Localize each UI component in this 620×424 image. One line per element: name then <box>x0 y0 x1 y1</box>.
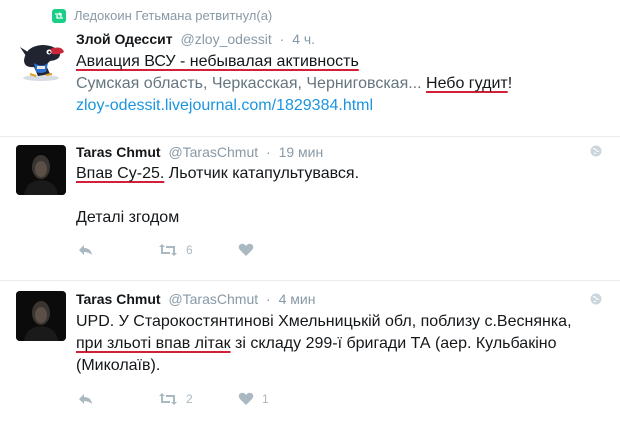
heart-icon <box>238 243 254 256</box>
retweeted-by-label[interactable]: Ледокоин Гетьмана ретвитнул(а) <box>74 8 272 23</box>
retweet-button[interactable]: 2 <box>158 392 238 406</box>
separator-dot: · <box>266 291 271 307</box>
separator-dot: · <box>279 31 285 47</box>
retweet-icon <box>52 9 66 23</box>
author-handle[interactable]: @zloy_odessit <box>180 31 271 47</box>
text-segment: зі складу 299-ї бригади ТА (аер. Кульбак… <box>230 335 557 352</box>
tweet-header: Taras Chmut @TarasChmut · 19 мин <box>76 144 323 160</box>
retweet-button[interactable]: 6 <box>158 243 238 257</box>
tweet-text: Впав Су-25. Льотчик катапультувався. Дет… <box>76 163 359 229</box>
text-segment: ! <box>507 75 513 92</box>
tweet[interactable]: Taras Chmut @TarasChmut · 4 мин UPD. У С… <box>0 281 620 424</box>
retweet-icon <box>159 393 177 405</box>
heart-icon <box>238 392 254 405</box>
highlighted-text: Небо гудит <box>426 75 508 92</box>
highlighted-text: Впав Су-25. <box>76 165 165 182</box>
reply-icon <box>79 394 92 404</box>
reply-button[interactable] <box>78 243 158 257</box>
timestamp[interactable]: 19 мин <box>279 144 324 160</box>
tweet[interactable]: Taras Chmut @TarasChmut · 19 мин Впав Су… <box>0 137 620 281</box>
author-name[interactable]: Taras Chmut <box>76 144 161 160</box>
reply-icon <box>79 245 92 255</box>
text-segment: Сумская область, Черкасская, Черниговска… <box>76 75 427 92</box>
separator-dot: · <box>266 144 271 160</box>
tweet-text: Авиация ВСУ - небывалая активность Сумск… <box>76 51 512 117</box>
tweet-header: Злой Одессит @zloy_odessit · 4 ч. <box>76 31 315 47</box>
retweet-count: 2 <box>186 392 193 406</box>
tweet-header: Taras Chmut @TarasChmut · 4 мин <box>76 291 315 307</box>
text-line: Впав Су-25. Льотчик катапультувався. <box>76 163 359 185</box>
author-name[interactable]: Злой Одессит <box>76 31 173 47</box>
highlighted-text: Авиация ВСУ - небывалая активность <box>76 53 359 70</box>
avatar[interactable] <box>16 145 66 195</box>
tweet-actions: 2 1 <box>78 389 298 409</box>
tweet-actions: 6 <box>78 240 298 260</box>
highlighted-text: при зльоті впав літак <box>76 335 231 352</box>
author-handle[interactable]: @TarasChmut <box>168 291 258 307</box>
text-segment: Деталі згодом <box>76 209 180 226</box>
tweet[interactable]: Ледокоин Гетьмана ретвитнул(а) Злой Одес… <box>0 0 620 137</box>
author-handle[interactable]: @TarasChmut <box>168 144 258 160</box>
text-line: при зльоті впав літак зі складу 299-ї бр… <box>76 333 572 355</box>
text-line: Сумская область, Черкасская, Черниговска… <box>76 73 512 95</box>
text-segment: (Миколаїв). <box>76 357 161 374</box>
timestamp[interactable]: 4 ч. <box>292 31 315 47</box>
reply-button[interactable] <box>78 392 158 406</box>
avatar[interactable] <box>16 32 66 82</box>
retweet-count: 6 <box>186 243 193 257</box>
tweet-text: UPD. У Старокостянтинові Хмельницькій об… <box>76 311 572 377</box>
retweet-icon <box>159 244 177 256</box>
like-count: 1 <box>262 392 269 406</box>
text-segment: Льотчик катапультувався. <box>164 165 360 182</box>
timestamp[interactable]: 4 мин <box>279 291 316 307</box>
like-button[interactable] <box>238 243 298 257</box>
tweet-link[interactable]: zloy-odessit.livejournal.com/1829384.htm… <box>76 97 373 114</box>
like-button[interactable]: 1 <box>238 392 298 406</box>
globe-icon <box>590 293 602 305</box>
globe-icon <box>590 145 602 157</box>
text-segment: UPD. У Старокостянтинові Хмельницькій об… <box>76 313 572 330</box>
avatar[interactable] <box>16 291 66 341</box>
author-name[interactable]: Taras Chmut <box>76 291 161 307</box>
